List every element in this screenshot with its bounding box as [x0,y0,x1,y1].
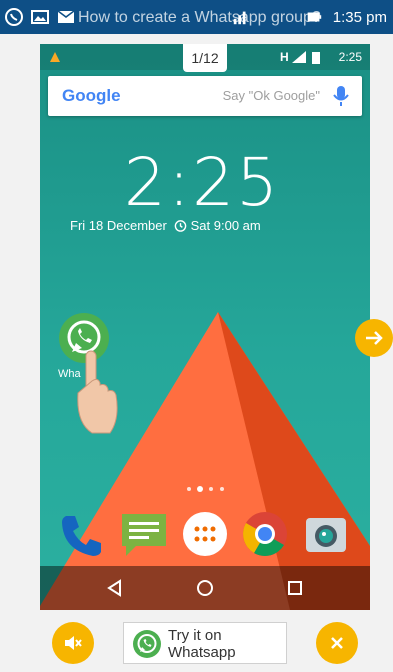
google-search-bar[interactable]: Google Say "Ok Google" [48,76,362,116]
tutorial-slide: H 2:25 Google Say "Ok Google" 2:25 Fri 1… [40,44,370,610]
next-slide-button[interactable] [355,319,393,357]
home-icon[interactable] [195,578,215,598]
date-label: Fri 18 December [70,218,167,233]
camera-icon[interactable] [302,510,350,558]
pointing-hand-icon [77,350,118,434]
arrow-right-icon [366,331,383,345]
battery-icon [312,52,320,64]
recents-icon[interactable] [285,578,305,598]
app-notification-icon [50,52,60,62]
page-indicator [187,486,224,492]
whatsapp-icon [5,8,23,26]
clock: 2:25 [123,144,281,221]
alarm-text: Sat 9:00 am [190,218,261,233]
slide-counter: 1/12 [183,44,227,72]
mic-icon[interactable] [332,84,350,108]
gallery-icon [31,10,49,24]
signal-icon [292,51,306,63]
battery-icon [307,12,322,22]
network-type: H [280,50,289,64]
try-label-line1: Try it on [168,627,222,644]
mute-button[interactable] [52,622,94,664]
outer-status-bar: How to create a Whatsapp group? 1:35 pm [0,0,393,34]
app-dock [40,504,370,564]
alarm-icon [174,220,187,232]
mute-icon [65,636,82,650]
apps-icon[interactable] [181,510,229,558]
inner-time: 2:25 [338,50,362,64]
try-label-line2: Whatsapp [168,644,236,661]
tutorial-title: How to create a Whatsapp group? [78,9,321,26]
try-on-whatsapp-button[interactable]: Try it on Whatsapp [123,622,287,664]
mail-icon [57,10,75,23]
alarm-label: Sat 9:00 am [174,218,261,233]
signal-icon [233,11,246,25]
messages-icon[interactable] [120,510,168,558]
back-icon[interactable] [105,578,125,598]
android-nav-bar [40,566,370,610]
search-hint: Say "Ok Google" [222,88,320,103]
whatsapp-icon [133,630,161,658]
google-logo: Google [62,86,121,105]
close-button[interactable] [316,622,358,664]
chrome-icon[interactable] [241,510,289,558]
outer-time: 1:35 pm [332,9,387,26]
close-icon [331,637,343,649]
try-label: Try it on Whatsapp [168,627,236,661]
phone-icon[interactable] [58,510,106,558]
